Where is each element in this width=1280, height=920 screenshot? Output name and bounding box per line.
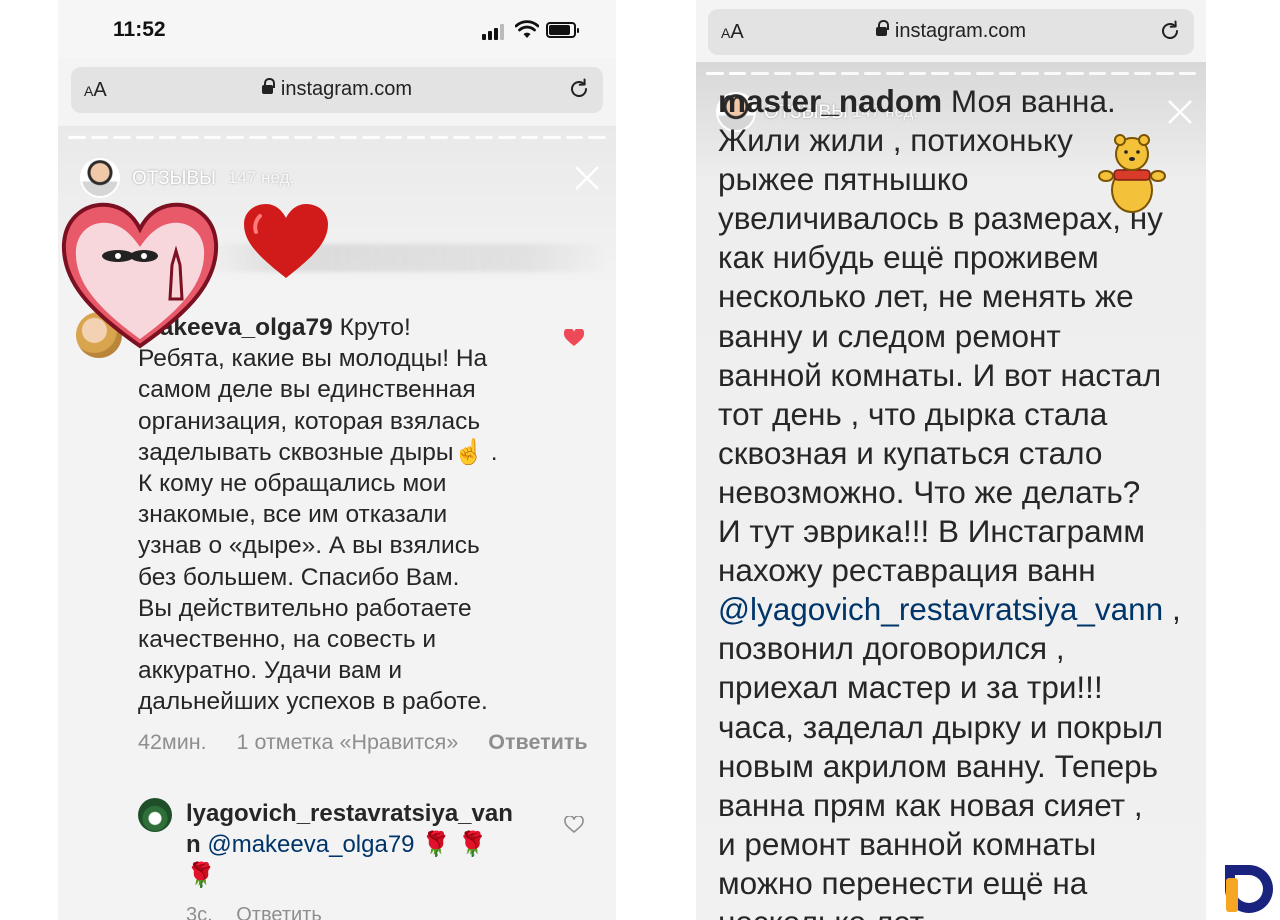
lock-icon [261, 78, 275, 96]
url-host: instagram.com [894, 20, 1027, 42]
reply-mention[interactable]: @makeeva_olga79 [207, 831, 414, 858]
comment-time: 42мин. [138, 730, 207, 754]
story-time: 147 нед. [228, 168, 295, 187]
comment-meta: 42мин. 1 отметка «Нравится» Ответить [138, 730, 612, 755]
close-icon[interactable] [573, 164, 601, 192]
winnie-the-pooh-sticker [1098, 134, 1166, 213]
reload-icon[interactable] [1158, 19, 1182, 43]
reload-icon[interactable] [567, 77, 591, 101]
cellular-signal-icon [482, 24, 508, 40]
liked-heart-icon[interactable] [564, 329, 584, 347]
story-avatar[interactable] [80, 158, 120, 198]
post-mention[interactable]: @lyagovich_restavratsiya_vann [718, 591, 1163, 627]
reply-meta: 3с. Ответить [186, 904, 340, 920]
comment-likes[interactable]: 1 отметка «Нравится» [237, 730, 459, 754]
story-view[interactable]: ОТЗЫВЫ 147 нед. makeeva_olga79 Круто! Ре… [58, 126, 616, 920]
url-bar[interactable]: AA instagram.com [71, 67, 603, 113]
comment-text: makeeva_olga79 Круто! Ребята, какие вы м… [138, 314, 498, 716]
status-icons [482, 20, 582, 44]
reply-reply-button[interactable]: Ответить [236, 904, 322, 920]
story-view[interactable]: ОТЗЫВЫ 147 нед. master_nadom Моя ванна. … [696, 62, 1206, 920]
url-bar[interactable]: AA instagram.com [708, 9, 1194, 55]
url-host: instagram.com [280, 78, 413, 100]
red-heart-icon [244, 204, 328, 278]
status-time: 11:52 [113, 18, 166, 41]
heart-character-sticker [61, 202, 219, 349]
reply-button[interactable]: Ответить [488, 730, 587, 754]
reply-avatar[interactable] [138, 798, 172, 832]
left-screenshot: 11:52 AA instagram.com ОТЗЫВЫ 147 нед. m… [58, 0, 616, 920]
story-progress-bar [68, 136, 606, 139]
wifi-icon [515, 20, 539, 38]
status-bar: 11:52 [58, 0, 616, 58]
like-heart-icon[interactable] [564, 816, 584, 834]
post-username[interactable]: master_nadom [718, 83, 942, 119]
reply-username[interactable]: lyagovich_restavratsiya_van [186, 800, 513, 827]
reply-time: 3с. [186, 904, 213, 920]
reply-text: lyagovich_restavratsiya_van n @makeeva_o… [186, 800, 513, 889]
battery-icon [546, 22, 579, 38]
lock-icon [875, 20, 889, 38]
story-title[interactable]: ОТЗЫВЫ [132, 168, 216, 190]
right-screenshot: AA instagram.com ОТЗЫВЫ 147 нед. master_… [696, 0, 1206, 920]
watermark-logo-icon [1225, 865, 1273, 913]
story-progress-bar [706, 72, 1196, 75]
